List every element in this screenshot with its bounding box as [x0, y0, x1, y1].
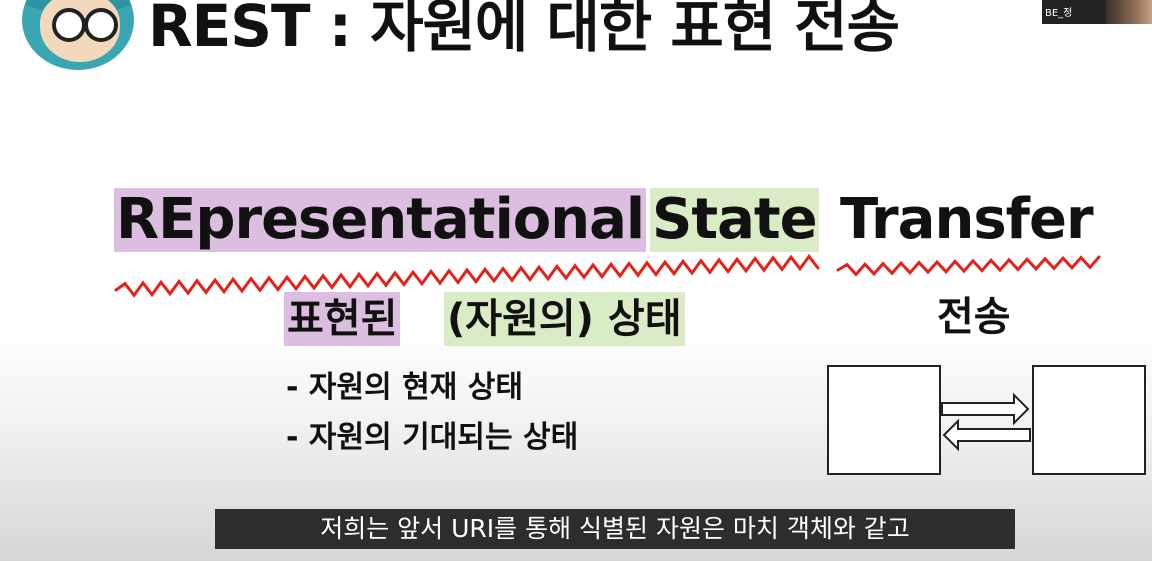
korean-transfer: 전송 [937, 294, 1011, 340]
transfer-arrows-icon [941, 392, 1031, 452]
transfer-box-left [827, 365, 941, 475]
bullet-current-state: - 자원의 현재 상태 [286, 370, 523, 405]
korean-represented: 표현된 [284, 292, 401, 346]
bullet-expected-state: - 자원의 기대되는 상태 [286, 420, 579, 455]
korean-resource-state: (자원의) 상태 [444, 292, 685, 346]
subtitle-caption: 저희는 앞서 URI를 통해 식별된 자원은 마치 객체와 같고 [215, 509, 1015, 549]
transfer-box-right [1032, 365, 1146, 475]
red-squiggle-underline [114, 253, 1101, 298]
